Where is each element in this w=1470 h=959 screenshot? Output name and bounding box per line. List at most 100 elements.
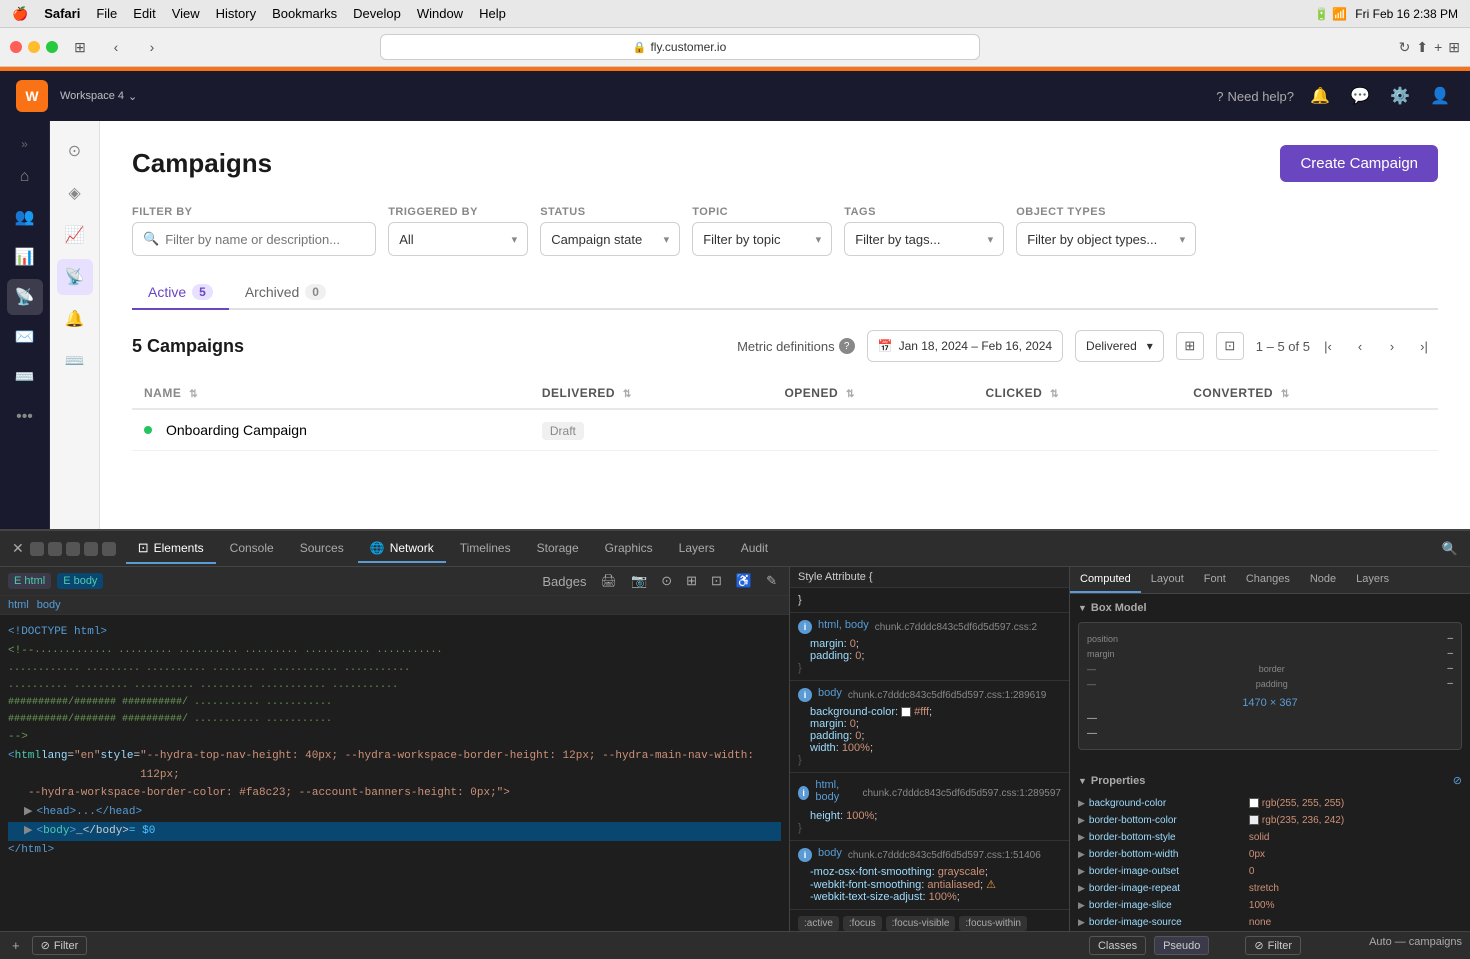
breadcrumb-html[interactable]: html bbox=[8, 599, 29, 611]
devtools-tab-console[interactable]: Console bbox=[218, 535, 286, 563]
apple-menu[interactable]: 🍎 bbox=[12, 6, 28, 22]
nav-icon-chart[interactable]: 📊 bbox=[7, 239, 43, 275]
grid-button[interactable]: ⊡ bbox=[707, 571, 726, 591]
share-button[interactable]: ⬆ bbox=[1416, 39, 1428, 56]
devtools-fullscreen-button[interactable] bbox=[84, 542, 98, 556]
computed-tab-layers[interactable]: Layers bbox=[1346, 567, 1399, 593]
view-toggle-button[interactable]: ⊡ bbox=[1216, 332, 1244, 360]
object-types-select[interactable]: Filter by object types... ▾ bbox=[1016, 222, 1196, 256]
window-menu[interactable]: Window bbox=[417, 6, 463, 21]
forward-button[interactable]: › bbox=[138, 36, 166, 58]
filter-button[interactable]: ⊘ Filter bbox=[32, 936, 88, 955]
last-page-button[interactable]: ›| bbox=[1410, 332, 1438, 360]
view-menu[interactable]: View bbox=[172, 6, 200, 21]
devtools-tab-elements[interactable]: ⊡ Elements bbox=[126, 534, 216, 564]
devtools-close-button[interactable]: ✕ bbox=[8, 536, 28, 561]
tab-archived[interactable]: Archived 0 bbox=[229, 276, 342, 310]
devtools-tab-sources[interactable]: Sources bbox=[288, 535, 356, 563]
sidebar-toggle-button[interactable]: ⊞ bbox=[66, 36, 94, 58]
topic-select[interactable]: Filter by topic ▾ bbox=[692, 222, 832, 256]
close-window-button[interactable] bbox=[10, 41, 22, 53]
file-menu[interactable]: File bbox=[96, 6, 117, 21]
accessibility-button[interactable]: ♿ bbox=[732, 571, 756, 591]
develop-menu[interactable]: Develop bbox=[353, 6, 401, 21]
pseudo-focus-visible[interactable]: :focus-visible bbox=[886, 916, 956, 931]
status-select[interactable]: Campaign state ▾ bbox=[540, 222, 680, 256]
computed-tab-layout[interactable]: Layout bbox=[1141, 567, 1194, 593]
pseudo-active[interactable]: :active bbox=[798, 916, 839, 931]
triggered-by-select[interactable]: All ▾ bbox=[388, 222, 528, 256]
messages-button[interactable]: 💬 bbox=[1346, 82, 1374, 110]
devtools-tab-audit[interactable]: Audit bbox=[729, 535, 780, 563]
search-devtools-button[interactable]: 🔍 bbox=[1438, 539, 1462, 559]
devtools-detach-button[interactable] bbox=[30, 542, 44, 556]
table-row[interactable]: Onboarding Campaign Draft bbox=[132, 409, 1438, 451]
changes-button[interactable]: ✎ bbox=[762, 571, 781, 591]
notifications-button[interactable]: 🔔 bbox=[1306, 82, 1334, 110]
nav-icon-messages[interactable]: ✉️ bbox=[7, 319, 43, 355]
computed-tab-changes[interactable]: Changes bbox=[1236, 567, 1300, 593]
pseudo-focus[interactable]: :focus bbox=[843, 916, 882, 931]
second-nav-icon-3[interactable]: 📈 bbox=[57, 217, 93, 253]
classes-button[interactable]: Classes bbox=[1089, 936, 1146, 955]
breadcrumb-body[interactable]: body bbox=[37, 599, 61, 611]
first-page-button[interactable]: |‹ bbox=[1314, 332, 1342, 360]
tab-overview-button[interactable]: ⊞ bbox=[1448, 39, 1460, 56]
address-bar[interactable]: 🔒 fly.customer.io bbox=[380, 34, 980, 60]
devtools-dock-button[interactable] bbox=[48, 542, 62, 556]
filter-options-button[interactable]: ⊞ bbox=[1176, 332, 1204, 360]
tab-active[interactable]: Active 5 bbox=[132, 276, 229, 310]
metric-type-select[interactable]: Delivered ▾ bbox=[1075, 330, 1164, 362]
body-element-tag[interactable]: E body bbox=[57, 573, 103, 589]
help-link[interactable]: ? Need help? bbox=[1216, 89, 1294, 104]
devtools-extra-button[interactable] bbox=[102, 542, 116, 556]
prev-page-button[interactable]: ‹ bbox=[1346, 332, 1374, 360]
breakpoint-button[interactable]: ⊙ bbox=[657, 571, 676, 591]
new-tab-button[interactable]: + bbox=[1434, 39, 1442, 56]
add-filter-button[interactable]: + bbox=[8, 936, 24, 955]
computed-tab-font[interactable]: Font bbox=[1194, 567, 1236, 593]
filter-properties-icon[interactable]: ⊘ bbox=[1453, 774, 1462, 787]
col-opened[interactable]: OPENED ⇅ bbox=[772, 378, 973, 409]
html-element-tag[interactable]: E html bbox=[8, 573, 51, 589]
second-nav-icon-campaigns[interactable]: 📡 bbox=[57, 259, 93, 295]
computed-tab-computed[interactable]: Computed bbox=[1070, 567, 1141, 593]
screenshot-button[interactable]: 📷 bbox=[627, 571, 651, 591]
help-menu[interactable]: Help bbox=[479, 6, 506, 21]
badges-button[interactable]: Badges bbox=[538, 571, 590, 591]
workspace-name[interactable]: Workspace 4 ⌄ bbox=[60, 90, 137, 103]
col-name[interactable]: NAME ⇅ bbox=[132, 378, 530, 409]
col-clicked[interactable]: CLICKED ⇅ bbox=[973, 378, 1181, 409]
devtools-tab-graphics[interactable]: Graphics bbox=[593, 535, 665, 563]
bookmarks-menu[interactable]: Bookmarks bbox=[272, 6, 337, 21]
second-nav-icon-2[interactable]: ◈ bbox=[57, 175, 93, 211]
devtools-resize-button[interactable] bbox=[66, 542, 80, 556]
nav-icon-terminal[interactable]: ⌨️ bbox=[7, 359, 43, 395]
edit-menu[interactable]: Edit bbox=[133, 6, 155, 21]
tags-select[interactable]: Filter by tags... ▾ bbox=[844, 222, 1004, 256]
col-converted[interactable]: CONVERTED ⇅ bbox=[1181, 378, 1438, 409]
nav-icon-more[interactable]: ••• bbox=[7, 399, 43, 435]
settings-button[interactable]: ⚙️ bbox=[1386, 82, 1414, 110]
minimize-window-button[interactable] bbox=[28, 41, 40, 53]
create-campaign-button[interactable]: Create Campaign bbox=[1280, 145, 1438, 182]
nav-expand-button[interactable]: » bbox=[17, 133, 32, 155]
computed-tab-node[interactable]: Node bbox=[1300, 567, 1346, 593]
date-range-picker[interactable]: 📅 Jan 18, 2024 – Feb 16, 2024 bbox=[867, 330, 1063, 362]
nav-icon-people[interactable]: 👥 bbox=[7, 199, 43, 235]
pseudo-button[interactable]: Pseudo bbox=[1154, 936, 1209, 955]
filter-by-input[interactable] bbox=[165, 232, 365, 247]
devtools-tab-layers[interactable]: Layers bbox=[667, 535, 727, 563]
second-nav-icon-5[interactable]: 🔔 bbox=[57, 301, 93, 337]
filter-right-button[interactable]: ⊘ Filter bbox=[1245, 936, 1301, 955]
maximize-window-button[interactable] bbox=[46, 41, 58, 53]
history-menu[interactable]: History bbox=[216, 6, 256, 21]
col-delivered[interactable]: DELIVERED ⇅ bbox=[530, 378, 773, 409]
back-button[interactable]: ‹ bbox=[102, 36, 130, 58]
metric-definitions-link[interactable]: Metric definitions ? bbox=[737, 338, 855, 354]
reload-button[interactable]: ↻ bbox=[1399, 39, 1411, 56]
flex-button[interactable]: ⊞ bbox=[682, 571, 701, 591]
devtools-tab-timelines[interactable]: Timelines bbox=[448, 535, 523, 563]
nav-icon-home[interactable]: ⌂ bbox=[7, 159, 43, 195]
devtools-tab-network[interactable]: 🌐 Network bbox=[358, 535, 446, 563]
